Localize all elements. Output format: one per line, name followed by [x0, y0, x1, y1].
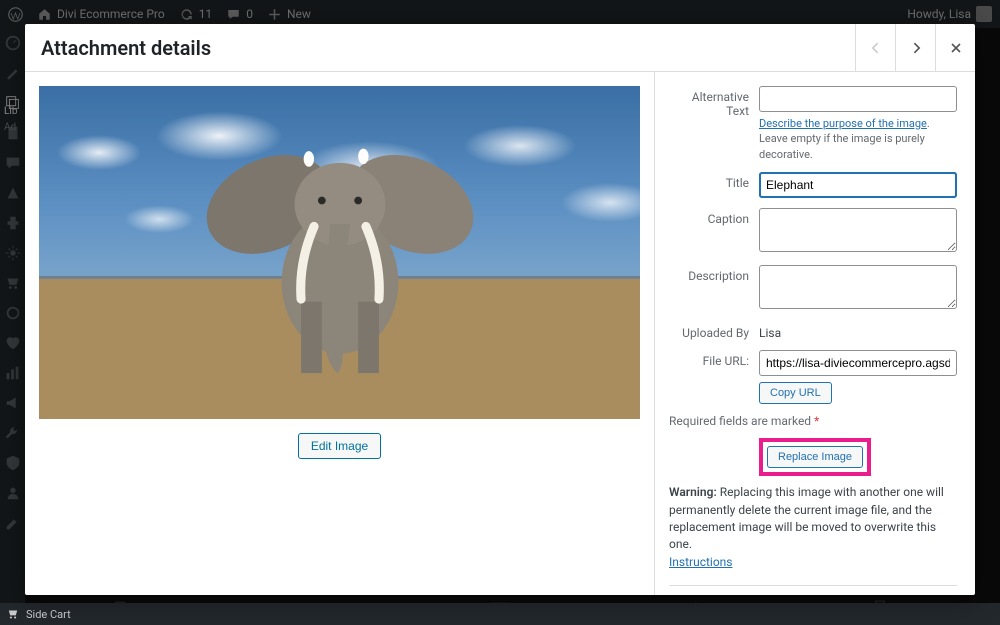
alt-text-input[interactable] [759, 86, 957, 112]
alt-help-link[interactable]: Describe the purpose of the image [759, 117, 927, 130]
replace-image-highlight: Replace Image [759, 438, 871, 476]
caption-label: Caption [669, 208, 759, 255]
close-modal-button[interactable] [935, 24, 975, 72]
title-label: Title [669, 172, 759, 198]
prev-attachment-button[interactable] [855, 24, 895, 72]
file-url-input[interactable] [759, 350, 957, 376]
caption-input[interactable] [759, 208, 957, 252]
attachment-preview-pane: Edit Image [25, 72, 655, 595]
edit-image-button[interactable]: Edit Image [298, 433, 381, 459]
attachment-details-modal: Attachment details [25, 24, 975, 595]
replace-warning: Warning: Replacing this image with anoth… [669, 484, 957, 571]
copy-url-button[interactable]: Copy URL [759, 382, 832, 404]
required-fields-note: Required fields are marked * [669, 414, 957, 428]
attachment-image [39, 86, 640, 419]
attachment-details-pane: Alternative Text Describe the purpose of… [655, 72, 975, 595]
alt-text-label: Alternative Text [669, 86, 759, 162]
elephant-illustration [171, 133, 508, 393]
modal-title: Attachment details [41, 36, 211, 60]
description-label: Description [669, 265, 759, 312]
title-input[interactable] [759, 172, 957, 198]
replace-image-button[interactable]: Replace Image [767, 446, 863, 468]
uploaded-by-value: Lisa [759, 322, 957, 340]
instructions-link[interactable]: Instructions [669, 555, 732, 569]
modal-header: Attachment details [25, 24, 975, 72]
next-attachment-button[interactable] [895, 24, 935, 72]
file-url-label: File URL: [669, 350, 759, 404]
side-cart-bar[interactable]: Side Cart [0, 603, 1000, 625]
uploaded-by-label: Uploaded By [669, 322, 759, 340]
side-cart-label: Side Cart [26, 608, 71, 621]
alt-text-help: Describe the purpose of the image. Leave… [759, 116, 957, 162]
warning-bold: Warning: [669, 485, 717, 499]
description-input[interactable] [759, 265, 957, 309]
